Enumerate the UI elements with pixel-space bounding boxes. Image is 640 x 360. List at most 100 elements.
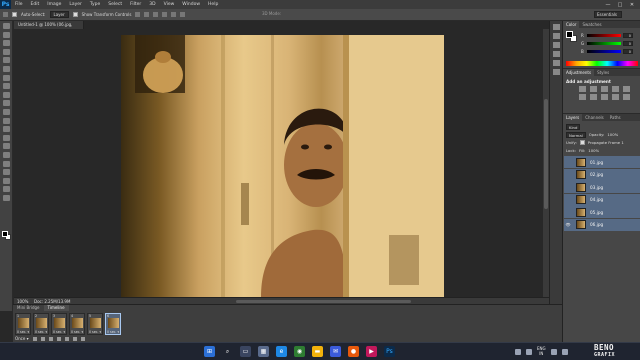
menu-file[interactable]: File	[11, 2, 27, 7]
align-top-icon[interactable]	[135, 12, 141, 17]
photoshop-taskbar-icon[interactable]: Ps	[384, 346, 395, 357]
menu-edit[interactable]: Edit	[27, 2, 44, 7]
layer-row[interactable]: 03.jpg	[564, 181, 640, 193]
quick-select-tool-icon[interactable]	[3, 48, 10, 55]
tab-swatches[interactable]: Swatches	[579, 21, 604, 28]
kind-filter-dropdown[interactable]: Kind	[566, 123, 581, 130]
frame-duration[interactable]: 0 sec. ▾	[17, 330, 29, 334]
black-white-icon[interactable]	[601, 94, 608, 100]
vertical-scroll-thumb[interactable]	[544, 99, 548, 209]
align-bottom-icon[interactable]	[153, 12, 159, 17]
layer-row[interactable]: 05.jpg	[564, 206, 640, 218]
maximize-button[interactable]: □	[614, 2, 626, 8]
photo-filter-icon[interactable]	[612, 94, 619, 100]
layer-row[interactable]: 👁 06.jpg	[564, 218, 640, 231]
auto-select-checkbox[interactable]	[12, 12, 17, 17]
color-balance-icon[interactable]	[590, 94, 597, 100]
align-left-icon[interactable]	[162, 12, 168, 17]
history-brush-tool-icon[interactable]	[3, 100, 10, 107]
blue-value[interactable]: 0	[623, 49, 633, 54]
task-view-icon[interactable]: ▭	[240, 346, 251, 357]
brightness-icon[interactable]	[579, 86, 586, 92]
shape-tool-icon[interactable]	[3, 169, 10, 176]
frame-1[interactable]: 10 sec. ▾	[15, 313, 31, 335]
loop-dropdown[interactable]: Once ▾	[15, 336, 29, 341]
move-tool-icon[interactable]	[3, 12, 8, 17]
brush-presets-icon[interactable]	[552, 60, 560, 66]
menu-image[interactable]: Image	[43, 2, 65, 7]
tab-adjustments[interactable]: Adjustments	[563, 69, 595, 76]
path-select-tool-icon[interactable]	[3, 160, 10, 167]
first-frame-icon[interactable]	[32, 336, 37, 341]
foreground-color-swatch[interactable]	[566, 31, 573, 38]
channel-mixer-icon[interactable]	[623, 94, 630, 100]
tween-icon[interactable]	[64, 336, 69, 341]
tab-paths[interactable]: Paths	[607, 114, 624, 121]
opacity-value[interactable]: 100%	[607, 132, 618, 137]
visibility-icon[interactable]: 👁	[564, 222, 572, 227]
red-gradient[interactable]	[587, 34, 621, 37]
auto-select-dropdown[interactable]: Layer	[49, 11, 69, 18]
frame-2[interactable]: 20 sec. ▾	[33, 313, 49, 335]
gradient-tool-icon[interactable]	[3, 117, 10, 124]
type-tool-icon[interactable]	[3, 151, 10, 158]
menu-select[interactable]: Select	[104, 2, 126, 7]
3d-rotate-tool-icon[interactable]	[3, 177, 10, 184]
levels-icon[interactable]	[590, 86, 597, 92]
menu-3d[interactable]: 3D	[145, 2, 159, 7]
crop-tool-icon[interactable]	[3, 57, 10, 64]
zoom-tool-icon[interactable]	[3, 194, 10, 201]
media-app-icon[interactable]: ▶	[366, 346, 377, 357]
previous-frame-icon[interactable]	[40, 336, 45, 341]
frame-5[interactable]: 50 sec. ▾	[87, 313, 103, 335]
align-right-icon[interactable]	[180, 12, 186, 17]
tab-timeline[interactable]: Timeline	[43, 305, 69, 311]
character-icon[interactable]	[552, 51, 560, 57]
foreground-color-swatch[interactable]	[2, 231, 8, 237]
brush-tool-icon[interactable]	[3, 83, 10, 90]
color-spectrum[interactable]	[566, 61, 638, 66]
start-icon[interactable]: ⊞	[204, 346, 215, 357]
chrome-icon[interactable]: ◉	[294, 346, 305, 357]
menu-help[interactable]: Help	[204, 2, 222, 7]
mail-icon[interactable]: ✉	[330, 346, 341, 357]
hue-saturation-icon[interactable]	[579, 94, 586, 100]
healing-brush-tool-icon[interactable]	[3, 74, 10, 81]
paragraph-icon[interactable]	[552, 42, 560, 48]
pen-tool-icon[interactable]	[3, 143, 10, 150]
close-button[interactable]: ✕	[626, 2, 638, 8]
move-tool-icon[interactable]	[3, 23, 10, 29]
red-value[interactable]: 0	[623, 33, 633, 38]
tab-styles[interactable]: Styles	[594, 69, 612, 76]
eraser-tool-icon[interactable]	[3, 108, 10, 115]
wifi-icon[interactable]	[550, 348, 557, 355]
volume-icon[interactable]	[561, 348, 568, 355]
blur-tool-icon[interactable]	[3, 126, 10, 133]
curves-icon[interactable]	[601, 86, 608, 92]
file-explorer-icon[interactable]: ▬	[312, 346, 323, 357]
next-frame-icon[interactable]	[56, 336, 61, 341]
frame-duration[interactable]: 0 sec. ▾	[71, 330, 83, 334]
menu-view[interactable]: View	[160, 2, 179, 7]
tab-channels[interactable]: Channels	[582, 114, 607, 121]
frame-duration[interactable]: 0 sec. ▾	[107, 330, 119, 334]
edge-icon[interactable]: e	[276, 346, 287, 357]
layer-row[interactable]: 01.jpg	[564, 156, 640, 168]
frame-duration[interactable]: 0 sec. ▾	[53, 330, 65, 334]
blend-mode-dropdown[interactable]: Normal	[566, 131, 586, 138]
blue-gradient[interactable]	[587, 50, 621, 53]
language-indicator[interactable]: ENG IN	[537, 346, 546, 356]
hand-tool-icon[interactable]	[3, 186, 10, 193]
widgets-icon[interactable]: ▦	[258, 346, 269, 357]
duplicate-frame-icon[interactable]	[72, 336, 77, 341]
properties-icon[interactable]	[552, 33, 560, 39]
layer-row[interactable]: 04.jpg	[564, 193, 640, 206]
frame-6[interactable]: 60 sec. ▾	[105, 313, 121, 335]
align-middle-icon[interactable]	[144, 12, 150, 17]
minimize-button[interactable]: —	[602, 2, 614, 8]
menu-type[interactable]: Type	[86, 2, 104, 7]
exposure-icon[interactable]	[612, 86, 619, 92]
chevron-up-icon[interactable]	[515, 348, 521, 355]
marquee-tool-icon[interactable]	[3, 31, 10, 38]
firefox-icon[interactable]: ●	[348, 346, 359, 357]
